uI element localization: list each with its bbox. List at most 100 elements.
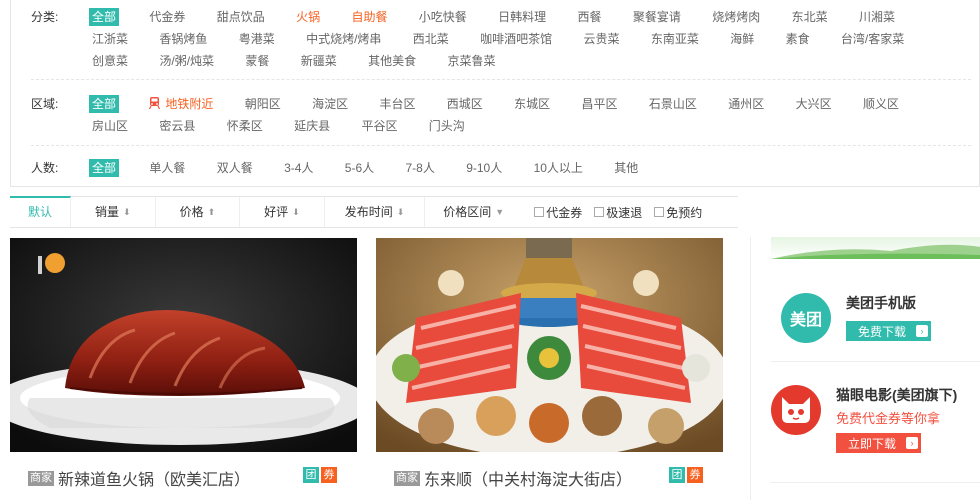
category-seafood[interactable]: 海鲜 — [729, 28, 755, 50]
people-all[interactable]: 全部 — [89, 159, 120, 177]
filter-fast-refund-checkbox[interactable]: 极速退 — [594, 204, 642, 221]
sort-publish-time[interactable]: 发布时间 ⬇ — [325, 197, 426, 227]
region-tongzhou[interactable]: 通州区 — [727, 93, 765, 115]
category-northwest[interactable]: 西北菜 — [412, 28, 450, 50]
deal-title[interactable]: 商家 新辣道鱼火锅（欧美汇店） — [28, 466, 250, 490]
region-fangshan[interactable]: 房山区 — [91, 115, 129, 137]
category-banquet[interactable]: 聚餐宴请 — [632, 6, 682, 28]
sidebar-divider — [771, 482, 980, 483]
category-creative[interactable]: 创意菜 — [91, 50, 129, 72]
filter-no-booking-checkbox[interactable]: 免预约 — [654, 204, 702, 221]
deal-image-fish-hotpot[interactable] — [10, 238, 357, 452]
category-cafe-bar[interactable]: 咖啡酒吧茶馆 — [479, 28, 553, 50]
meituan-download-button[interactable]: 免费下载 › — [846, 321, 932, 341]
sort-price-range[interactable]: 价格区间 ▼ — [425, 197, 522, 227]
category-grilled-fish[interactable]: 香锅烤鱼 — [158, 28, 208, 50]
sidebar-banner[interactable] — [771, 237, 980, 259]
region-haidian[interactable]: 海淀区 — [311, 93, 349, 115]
sort-bar: 默认 销量 ⬇ 价格 ⬆ 好评 ⬇ 发布时间 ⬇ 价格区间 ▼ 代金券 极速退 免预约 — [10, 195, 738, 228]
people-10-plus[interactable]: 10人以上 — [533, 157, 584, 179]
region-changping[interactable]: 昌平区 — [581, 93, 619, 115]
category-western[interactable]: 西餐 — [577, 6, 603, 28]
people-3-4[interactable]: 3-4人 — [283, 157, 314, 179]
category-mongolian[interactable]: 蒙餐 — [244, 50, 270, 72]
meituan-logo-text: 美团 — [789, 312, 822, 329]
category-beijing-shandong[interactable]: 京菜鲁菜 — [446, 50, 496, 72]
region-all[interactable]: 全部 — [89, 95, 120, 113]
category-southeast-asian[interactable]: 东南亚菜 — [650, 28, 700, 50]
maoyan-download-button[interactable]: 立即下载 › — [836, 433, 922, 453]
maoyan-cat-logo-icon — [771, 385, 821, 435]
people-9-10[interactable]: 9-10人 — [465, 157, 503, 179]
arrow-up-icon: ⬆ — [207, 207, 216, 217]
category-line-1: 全部 代金券 甜点饮品 火锅 自助餐 小吃快餐 日韩料理 西餐 聚餐宴请 烧烤烤… — [78, 6, 968, 28]
region-daxing[interactable]: 大兴区 — [795, 93, 833, 115]
region-dongcheng[interactable]: 东城区 — [513, 93, 551, 115]
checkbox-icon — [534, 207, 545, 217]
category-bbq[interactable]: 烧烤烤肉 — [711, 6, 761, 28]
deal-card[interactable]: 商家 新辣道鱼火锅（欧美汇店） 团 券 — [10, 238, 357, 500]
region-huairou[interactable]: 怀柔区 — [226, 115, 264, 137]
sort-price[interactable]: 价格 ⬆ — [156, 197, 241, 227]
voucher-badge: 券 — [321, 467, 337, 483]
maoyan-promo-text: 免费代金券等你拿 — [836, 411, 941, 426]
category-yunnan-guizhou[interactable]: 云贵菜 — [582, 28, 620, 50]
region-shijingshan[interactable]: 石景山区 — [648, 93, 698, 115]
category-northeast[interactable]: 东北菜 — [791, 6, 829, 28]
category-jpkr[interactable]: 日韩料理 — [497, 6, 547, 28]
sort-rating-label: 好评 — [264, 205, 289, 219]
deal-title[interactable]: 商家 东来顺（中关村海淀大街店） — [394, 466, 632, 490]
region-xicheng[interactable]: 西城区 — [446, 93, 484, 115]
meituan-app-promo: 美团 美团手机版 免费下载 › — [771, 293, 980, 343]
category-xinjiang[interactable]: 新疆菜 — [300, 50, 338, 72]
sidebar-divider — [771, 361, 980, 362]
category-snack[interactable]: 小吃快餐 — [418, 6, 468, 28]
filter-voucher-checkbox[interactable]: 代金券 — [534, 204, 582, 221]
region-chaoyang[interactable]: 朝阳区 — [244, 93, 282, 115]
category-sichuan-hunan[interactable]: 川湘菜 — [858, 6, 896, 28]
filter-no-booking-label: 免预约 — [666, 205, 703, 220]
category-line-3: 创意菜 汤/粥/炖菜 蒙餐 新疆菜 其他美食 京菜鲁菜 — [78, 50, 968, 72]
category-zhejiang[interactable]: 江浙菜 — [91, 28, 129, 50]
region-pinggu[interactable]: 平谷区 — [360, 115, 398, 137]
category-cantonese[interactable]: 粤港菜 — [238, 28, 276, 50]
sort-price-label: 价格 — [179, 205, 204, 219]
people-double[interactable]: 双人餐 — [216, 157, 254, 179]
region-yanqing[interactable]: 延庆县 — [293, 115, 331, 137]
deal-card[interactable]: 商家 东来顺（中关村海淀大街店） 团 券 — [376, 238, 723, 500]
sort-default[interactable]: 默认 — [10, 195, 72, 227]
region-miyun[interactable]: 密云县 — [158, 115, 196, 137]
people-7-8[interactable]: 7-8人 — [404, 157, 435, 179]
region-mentougou[interactable]: 门头沟 — [428, 115, 466, 137]
sort-sales[interactable]: 销量 ⬇ — [71, 197, 156, 227]
deal-image-hotpot-feast[interactable] — [376, 238, 723, 452]
sort-default-label: 默认 — [28, 205, 53, 219]
filter-divider — [31, 79, 971, 80]
region-shunyi[interactable]: 顺义区 — [862, 93, 900, 115]
region-options: 全部 地铁附近 朝阳区 海淀区 丰台区 西城区 东城区 昌平区 石景山区 通州区… — [78, 93, 968, 137]
region-subway[interactable]: 地铁附近 — [148, 93, 214, 115]
category-voucher[interactable]: 代金券 — [148, 6, 186, 28]
meituan-app-name: 美团手机版 — [846, 295, 916, 311]
category-buffet[interactable]: 自助餐 — [350, 6, 388, 28]
category-dessert[interactable]: 甜点饮品 — [216, 6, 266, 28]
arrow-down-icon: ⬇ — [292, 207, 300, 217]
category-other[interactable]: 其他美食 — [367, 50, 417, 72]
category-soup[interactable]: 汤/粥/炖菜 — [158, 50, 215, 72]
sort-rating[interactable]: 好评 ⬇ — [240, 197, 325, 227]
category-hotpot[interactable]: 火锅 — [295, 6, 321, 28]
deal-name: 新辣道鱼火锅（欧美汇店） — [58, 472, 251, 489]
people-5-6[interactable]: 5-6人 — [344, 157, 375, 179]
region-subway-label: 地铁附近 — [165, 97, 214, 111]
voucher-badge: 券 — [687, 467, 703, 483]
category-skewers[interactable]: 中式烧烤/烤串 — [305, 28, 382, 50]
maoyan-download-label: 立即下载 — [848, 436, 897, 451]
people-single[interactable]: 单人餐 — [148, 157, 186, 179]
category-taiwan-hakka[interactable]: 台湾/客家菜 — [840, 28, 905, 50]
people-other[interactable]: 其他 — [613, 157, 639, 179]
region-fengtai[interactable]: 丰台区 — [378, 93, 416, 115]
category-all[interactable]: 全部 — [89, 8, 120, 26]
category-vegetarian[interactable]: 素食 — [785, 28, 811, 50]
region-line-1: 全部 地铁附近 朝阳区 海淀区 丰台区 西城区 东城区 昌平区 石景山区 通州区… — [78, 93, 968, 115]
deal-badges: 团 券 — [669, 467, 703, 483]
